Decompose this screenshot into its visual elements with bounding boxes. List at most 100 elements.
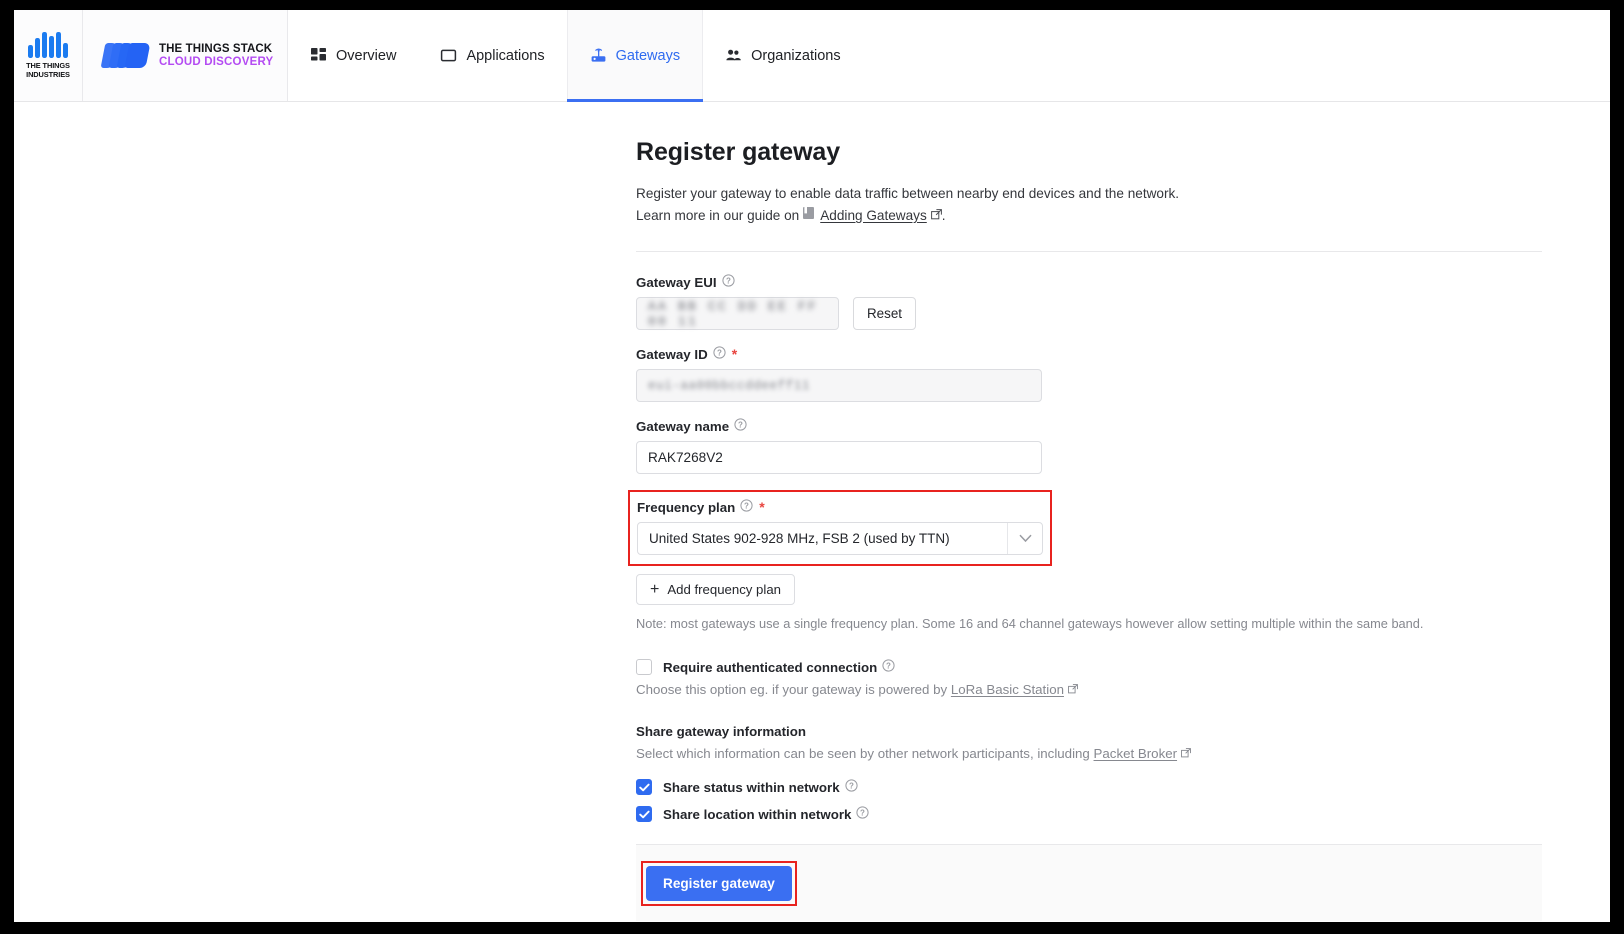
- gateway-name-value: RAK7268V2: [648, 450, 723, 465]
- require-auth-label: Require authenticated connection: [663, 659, 878, 675]
- organizations-icon: [726, 49, 741, 61]
- lora-basic-station-link[interactable]: LoRa Basic Station: [951, 682, 1064, 697]
- help-icon[interactable]: ?: [721, 274, 735, 290]
- svg-text:?: ?: [717, 349, 722, 358]
- tab-organizations-label: Organizations: [751, 47, 841, 64]
- tti-bars-icon: [27, 32, 68, 58]
- require-auth-row[interactable]: Require authenticated connection ?: [636, 659, 1542, 675]
- tab-gateways[interactable]: Gateways: [566, 10, 704, 102]
- stack-logo-line2: CLOUD DISCOVERY: [159, 55, 274, 68]
- help-icon[interactable]: ?: [734, 418, 747, 434]
- gateway-eui-input[interactable]: AA BB CC DD EE FF 00 11: [636, 297, 839, 330]
- help-icon[interactable]: ?: [844, 779, 858, 795]
- page-title: Register gateway: [636, 138, 841, 166]
- gateway-name-input[interactable]: RAK7268V2: [636, 441, 1042, 474]
- application-icon: [441, 49, 457, 62]
- share-description-prefix: Select which information can be seen by …: [636, 746, 1090, 761]
- field-gateway-id: Gateway ID ? * eui-aa00bbccddeeff11: [636, 346, 1542, 402]
- things-stack-cloud-discovery-logo[interactable]: THE THINGS STACK CLOUD DISCOVERY: [83, 10, 288, 101]
- require-auth-help: Choose this option eg. if your gateway i…: [636, 682, 1542, 697]
- svg-text:?: ?: [849, 782, 854, 791]
- frequency-plan-label: Frequency plan: [637, 499, 736, 515]
- frequency-plan-select[interactable]: United States 902-928 MHz, FSB 2 (used b…: [637, 522, 1043, 555]
- register-gateway-button[interactable]: Register gateway: [646, 866, 792, 901]
- share-gateway-section: Share gateway information Select which i…: [636, 724, 1542, 822]
- frequency-plan-highlight: Frequency plan ? * United States 902-928…: [628, 490, 1052, 566]
- frequency-plan-label-row: Frequency plan ? *: [637, 499, 1043, 515]
- share-section-description: Select which information can be seen by …: [636, 746, 1542, 761]
- share-location-label: Share location within network: [663, 806, 852, 822]
- require-auth-help-prefix: Choose this option eg. if your gateway i…: [636, 682, 948, 697]
- gateway-eui-label: Gateway EUI: [636, 274, 717, 290]
- svg-text:?: ?: [738, 421, 743, 430]
- share-location-row[interactable]: Share location within network ?: [636, 806, 1542, 822]
- share-section-title: Share gateway information: [636, 724, 806, 739]
- tab-overview[interactable]: Overview: [288, 10, 418, 101]
- gateway-name-label-row: Gateway name ?: [636, 418, 1542, 434]
- svg-text:?: ?: [744, 502, 749, 511]
- add-frequency-plan-button[interactable]: + Add frequency plan: [636, 574, 795, 605]
- field-gateway-name: Gateway name ? RAK7268V2: [636, 418, 1542, 474]
- stack-logo-line1: THE THINGS STACK: [159, 42, 273, 55]
- divider: [636, 251, 1542, 252]
- gateway-icon: [591, 48, 606, 62]
- stack-layers-icon: [100, 41, 151, 71]
- page-description: Register your gateway to enable data tra…: [636, 186, 1180, 201]
- svg-text:?: ?: [860, 809, 865, 818]
- guide-line: Learn more in our guide on Adding Gatewa…: [636, 205, 1542, 227]
- tab-gateways-label: Gateways: [615, 47, 681, 64]
- share-status-label: Share status within network: [663, 779, 840, 795]
- frequency-plan-note: Note: most gateways use a single frequen…: [636, 616, 1424, 631]
- external-link-icon: [1068, 682, 1078, 697]
- app-window: THE THINGS INDUSTRIES THE THINGS STACK C…: [14, 10, 1610, 922]
- add-frequency-plan-label: Add frequency plan: [667, 582, 781, 597]
- gateway-eui-value: AA BB CC DD EE FF 00 11: [648, 298, 819, 329]
- share-status-row[interactable]: Share status within network ?: [636, 779, 1542, 795]
- require-auth-checkbox[interactable]: [636, 659, 652, 675]
- main-content: Register gateway Register your gateway t…: [14, 102, 1610, 921]
- gateway-id-label-row: Gateway ID ? *: [636, 346, 1542, 362]
- the-things-industries-logo[interactable]: THE THINGS INDUSTRIES: [14, 10, 83, 101]
- gateway-id-input[interactable]: eui-aa00bbccddeeff11: [636, 369, 1042, 402]
- gateway-name-label: Gateway name: [636, 418, 730, 434]
- gateway-eui-label-row: Gateway EUI ?: [636, 274, 1542, 290]
- packet-broker-link[interactable]: Packet Broker: [1094, 746, 1178, 761]
- tti-logo-line1: THE THINGS: [26, 61, 70, 70]
- help-icon[interactable]: ?: [713, 346, 726, 362]
- page-description-block: Register your gateway to enable data tra…: [636, 183, 1542, 227]
- adding-gateways-link[interactable]: Adding Gateways: [820, 205, 927, 227]
- tab-applications[interactable]: Applications: [418, 10, 566, 101]
- field-require-auth: Require authenticated connection ? Choos…: [636, 659, 1542, 697]
- tti-logo-line2: INDUSTRIES: [26, 70, 70, 79]
- frequency-plan-value: United States 902-928 MHz, FSB 2 (used b…: [649, 531, 950, 546]
- share-location-checkbox[interactable]: [636, 806, 652, 822]
- form-footer: Register gateway: [636, 844, 1542, 921]
- nav-tab-list: Overview Applications Gateways Organizat…: [288, 10, 863, 102]
- gateway-eui-row: AA BB CC DD EE FF 00 11 Reset: [636, 297, 1542, 330]
- register-gateway-form: Register gateway Register your gateway t…: [628, 138, 1542, 921]
- help-icon[interactable]: ?: [740, 499, 753, 515]
- top-navigation-bar: THE THINGS INDUSTRIES THE THINGS STACK C…: [14, 10, 1610, 102]
- svg-text:?: ?: [726, 277, 731, 286]
- gateway-id-label: Gateway ID: [636, 346, 708, 362]
- tab-overview-label: Overview: [336, 47, 397, 64]
- required-marker: *: [731, 346, 738, 362]
- submit-highlight: Register gateway: [641, 861, 797, 906]
- tab-organizations[interactable]: Organizations: [703, 10, 862, 101]
- tab-applications-label: Applications: [466, 47, 545, 64]
- share-status-label-row: Share status within network ?: [663, 779, 858, 795]
- share-location-label-row: Share location within network ?: [663, 806, 870, 822]
- field-gateway-eui: Gateway EUI ? AA BB CC DD EE FF 00 11 Re…: [636, 274, 1542, 330]
- help-icon[interactable]: ?: [882, 659, 895, 675]
- svg-text:?: ?: [886, 662, 891, 671]
- share-status-checkbox[interactable]: [636, 779, 652, 795]
- help-icon[interactable]: ?: [856, 806, 870, 822]
- gateway-id-value: eui-aa00bbccddeeff11: [648, 378, 811, 393]
- reset-button[interactable]: Reset: [853, 297, 916, 330]
- guide-prefix: Learn more in our guide on: [636, 208, 800, 223]
- required-marker: *: [759, 499, 765, 515]
- chevron-down-icon[interactable]: [1008, 534, 1042, 543]
- grid-icon: [311, 48, 326, 61]
- require-auth-label-row: Require authenticated connection ?: [663, 659, 895, 675]
- external-link-icon: [1181, 746, 1191, 761]
